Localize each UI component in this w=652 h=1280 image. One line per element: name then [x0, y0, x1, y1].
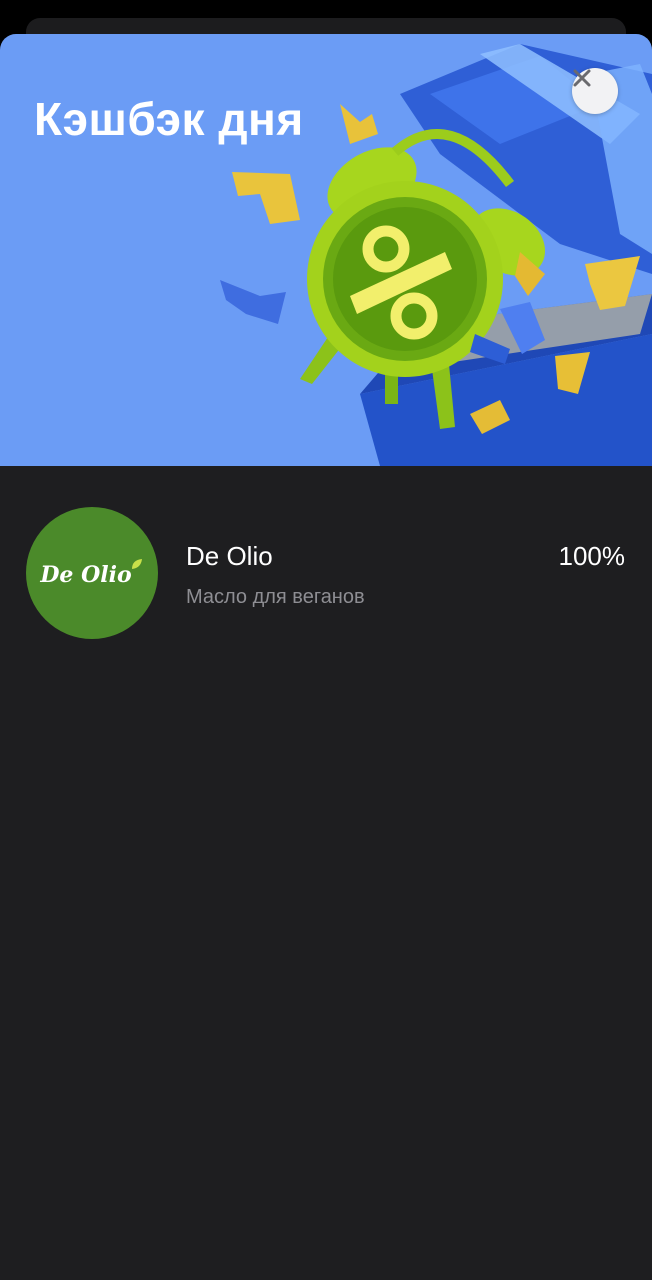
bottom-sheet: Кэшбэк дня De Olio De Olio Масло для вег… — [0, 34, 652, 1280]
banner-title: Кэшбэк дня — [34, 93, 304, 145]
close-button[interactable] — [572, 68, 618, 114]
merchant-item[interactable]: De Olio De Olio Масло для веганов 100% — [0, 507, 652, 639]
merchant-name: De Olio — [186, 541, 273, 571]
merchant-description: Масло для веганов — [186, 586, 365, 608]
leaf-icon — [131, 559, 142, 569]
merchant-logo: De Olio — [26, 507, 158, 639]
merchant-logo-text: De Olio — [40, 562, 132, 588]
promo-banner: Кэшбэк дня — [0, 34, 652, 466]
cashback-percent: 100% — [558, 541, 626, 571]
close-icon — [573, 69, 591, 87]
